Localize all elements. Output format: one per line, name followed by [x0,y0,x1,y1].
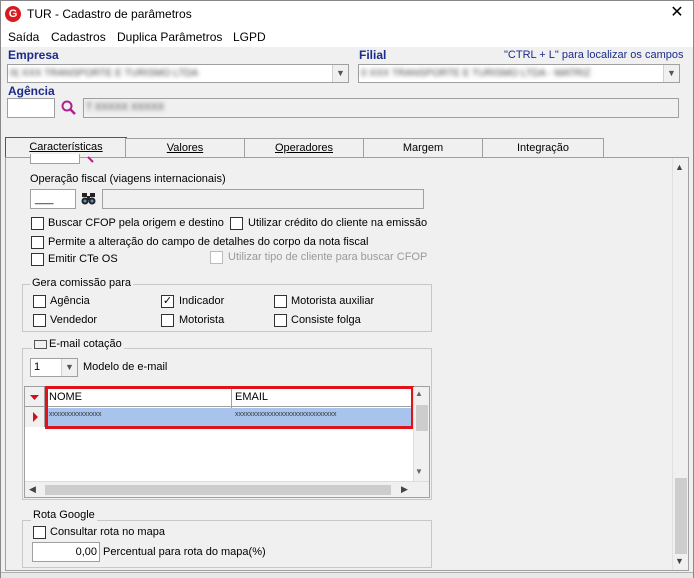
tab-integracao[interactable]: Integração [482,138,604,158]
hscroll-thumb[interactable] [45,485,391,495]
tab-operadores-label: Operadores [274,142,334,154]
modelo-email-label: Modelo de e-mail [83,361,168,373]
comissao-motorista-auxiliar-label: Motorista auxiliar [291,295,375,307]
envelope-icon [34,339,47,349]
comissao-vendedor-checkbox[interactable] [33,314,46,327]
utilizar-credito-label: Utilizar crédito do cliente na emissão [248,217,428,229]
ctrl-l-hint: "CTRL + L" para localizar os campos [504,49,684,61]
operacao-fiscal-code: ___ [35,193,54,205]
agencia-name-value: T XXXXX XXXXX [86,102,165,113]
title-bar: G TUR - Cadastro de parâmetros ✕ [1,1,693,27]
consultar-rota-checkbox[interactable] [33,526,46,539]
buscar-cfop-label: Buscar CFOP pela origem e destino [48,217,224,229]
comissao-motorista-checkbox[interactable] [161,314,174,327]
window-title: TUR - Cadastro de parâmetros [27,7,192,21]
permite-alteracao-checkbox[interactable] [31,236,44,249]
chevron-down-icon[interactable]: ▼ [675,556,684,566]
row-indicator[interactable] [25,407,45,427]
tipo-cliente-checkbox[interactable] [210,251,223,264]
chevron-down-icon[interactable]: ▼ [61,359,77,376]
email-group-header: E-mail cotação [32,338,124,350]
search-icon[interactable] [60,100,78,116]
filial-label: Filial [359,48,387,62]
emitir-cte-checkbox[interactable] [31,253,44,266]
tab-caracteristicas-label: Características [29,141,103,153]
utilizar-credito-checkbox[interactable] [230,217,243,230]
menu-bar: Saída Cadastros Duplica Parâmetros LGPD [1,27,693,47]
app-logo-icon: G [5,6,21,22]
chevron-right-icon[interactable]: ▶ [401,484,408,495]
scroll-thumb[interactable] [416,405,428,431]
chevron-up-icon[interactable]: ▲ [675,162,684,172]
close-button[interactable]: ✕ [663,3,691,23]
chevron-down-icon[interactable]: ▼ [663,65,679,82]
comissao-title: Gera comissão para [30,277,134,289]
modelo-email-value: 1 [34,361,41,373]
tab-operadores[interactable]: Operadores [244,138,364,158]
percentual-value: 0,00 [75,546,97,558]
comissao-vendedor-label: Vendedor [50,314,98,326]
main-window: G TUR - Cadastro de parâmetros ✕ Saída C… [0,0,694,578]
search-icon[interactable] [82,155,96,164]
permite-alteracao-label: Permite a alteração do campo de detalhes… [48,236,369,248]
agencia-code-input[interactable] [7,98,55,118]
chevron-down-icon[interactable]: ▼ [332,65,348,82]
comissao-agencia-checkbox[interactable] [33,295,46,308]
percentual-label: Percentual para rota do mapa(%) [103,546,266,558]
comissao-motorista-label: Motorista [179,314,225,326]
emitir-cte-label: Emitir CTe OS [48,253,118,265]
operacao-fiscal-label: Operação fiscal (viagens internacionais) [30,173,226,185]
tab-margem[interactable]: Margem [363,138,483,158]
consultar-rota-label: Consultar rota no mapa [50,526,165,538]
percentual-input[interactable]: 0,00 [32,542,100,562]
empresa-select[interactable]: 0( XXX TRANSPORTE E TURISMO LTDA ▼ [7,64,349,83]
filial-value: 0 XXX TRANSPORTE E TURISMO LTDA - MATRIZ [361,68,591,79]
menu-duplica-parametros[interactable]: Duplica Parâmetros [117,30,222,44]
empresa-label: Empresa [8,48,59,62]
agencia-name-field: T XXXXX XXXXX [83,98,679,118]
scrolled-field[interactable] [30,154,80,164]
menu-cadastros[interactable]: Cadastros [51,30,106,44]
comissao-consiste-folga-label: Consiste folga [291,314,361,326]
tab-margem-label: Margem [402,142,444,154]
chevron-down-icon[interactable]: ▼ [415,467,423,476]
panel-scroll-thumb[interactable] [675,478,687,554]
email-grid: NOME EMAIL xxxxxxxxxxxxxxx xxxxxxxxxxxxx… [24,386,430,498]
grid-hscrollbar[interactable]: ◀ ▶ [25,481,429,497]
panel-vscrollbar[interactable]: ▲ ▼ [672,158,688,570]
chevron-up-icon[interactable]: ▲ [415,389,423,398]
comissao-indicador-checkbox[interactable]: ✓ [161,295,174,308]
tab-integracao-label: Integração [517,142,569,154]
tab-valores-label: Valores [166,142,204,154]
filial-select[interactable]: 0 XXX TRANSPORTE E TURISMO LTDA - MATRIZ… [358,64,680,83]
highlight-box [45,386,414,429]
modelo-email-select[interactable]: 1 ▼ [30,358,78,377]
operacao-fiscal-input[interactable]: ___ [30,189,76,209]
agencia-label: Agência [8,84,55,98]
comissao-indicador-label: Indicador [179,295,225,307]
grid-corner[interactable] [25,387,45,407]
buscar-cfop-checkbox[interactable] [31,217,44,230]
tab-valores[interactable]: Valores [125,138,245,158]
status-strip [1,572,693,578]
chevron-left-icon[interactable]: ◀ [29,484,36,495]
comissao-motorista-auxiliar-checkbox[interactable] [274,295,287,308]
empresa-value: 0( XXX TRANSPORTE E TURISMO LTDA [10,68,199,79]
operacao-fiscal-desc [102,189,424,209]
menu-lgpd[interactable]: LGPD [233,30,266,44]
tab-panel: Operação fiscal (viagens internacionais)… [5,154,689,571]
comissao-consiste-folga-checkbox[interactable] [274,314,287,327]
menu-saida[interactable]: Saída [8,30,39,44]
binoculars-icon[interactable] [80,191,98,207]
rota-title: Rota Google [31,509,97,521]
email-title: E-mail cotação [49,338,122,350]
grid-vscrollbar[interactable]: ▲ ▼ [413,387,429,481]
tipo-cliente-label: Utilizar tipo de cliente para buscar CFO… [228,251,428,263]
comissao-agencia-label: Agência [50,295,90,307]
